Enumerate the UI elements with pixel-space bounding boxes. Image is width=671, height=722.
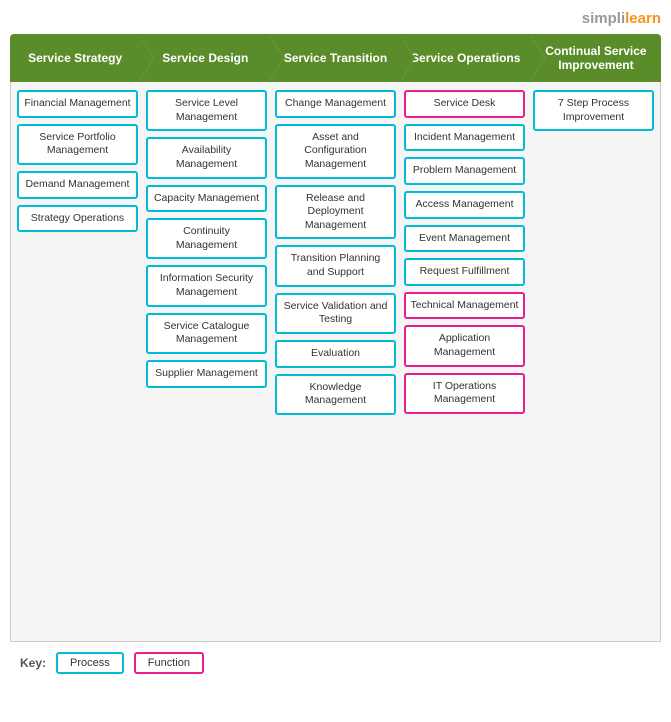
item-incident-management: Incident Management [404, 124, 525, 152]
key-function-box: Function [134, 652, 204, 674]
item-strategy-operations: Strategy Operations [17, 205, 138, 233]
item-capacity-management: Capacity Management [146, 185, 267, 213]
item-transition-planning-and-support: Transition Planning and Support [275, 245, 396, 286]
column-csi: 7 Step Process Improvement [531, 90, 656, 633]
item-information-security-management: Information Security Management [146, 265, 267, 306]
item-service-validation-and-testing: Service Validation and Testing [275, 293, 396, 334]
item-availability-management: Availability Management [146, 137, 267, 178]
header-service-operations: Service Operations [401, 34, 531, 82]
column-design: Service Level Management Availability Man… [144, 90, 269, 633]
item-supplier-management: Supplier Management [146, 360, 267, 388]
item-access-management: Access Management [404, 191, 525, 219]
item-problem-management: Problem Management [404, 157, 525, 185]
item-request-fulfillment: Request Fulfillment [404, 258, 525, 286]
item-knowledge-management: Knowledge Management [275, 374, 396, 415]
item-demand-management: Demand Management [17, 171, 138, 199]
item-financial-management: Financial Management [17, 90, 138, 118]
header-service-transition: Service Transition [270, 34, 400, 82]
item-service-desk: Service Desk [404, 90, 525, 118]
column-transition: Change Management Asset and Configuration… [273, 90, 398, 633]
logo-learn: learn [625, 10, 661, 27]
item-asset-and-configuration-management: Asset and Configuration Management [275, 124, 396, 179]
logo-simpli: simpli [582, 10, 625, 27]
header-service-strategy: Service Strategy [10, 34, 140, 82]
key-area: Key: Process Function [10, 642, 661, 684]
key-process-box: Process [56, 652, 124, 674]
item-7-step-process-improvement: 7 Step Process Improvement [533, 90, 654, 131]
main-container: simplilearn Service StrategyService Desi… [0, 0, 671, 694]
item-evaluation: Evaluation [275, 340, 396, 368]
item-service-portfolio-management: Service Portfolio Management [17, 124, 138, 165]
header-continual-service: Continual Service Improvement [531, 34, 661, 82]
item-service-level-management: Service Level Management [146, 90, 267, 131]
item-it-operations-management: IT Operations Management [404, 373, 525, 414]
column-strategy: Financial Management Service Portfolio Ma… [15, 90, 140, 633]
item-change-management: Change Management [275, 90, 396, 118]
item-release-and-deployment-management: Release and Deployment Management [275, 185, 396, 240]
key-label: Key: [20, 656, 46, 670]
header-service-design: Service Design [140, 34, 270, 82]
item-service-catalogue-management: Service Catalogue Management [146, 313, 267, 354]
content-area: Financial Management Service Portfolio Ma… [10, 82, 661, 642]
logo-area: simplilearn [10, 10, 661, 34]
item-event-management: Event Management [404, 225, 525, 253]
column-operations: Service Desk Incident Management Problem M… [402, 90, 527, 633]
item-continuity-management: Continuity Management [146, 218, 267, 259]
item-application-management: Application Management [404, 325, 525, 366]
item-technical-management: Technical Management [404, 292, 525, 320]
header-row: Service StrategyService DesignService Tr… [10, 34, 661, 82]
